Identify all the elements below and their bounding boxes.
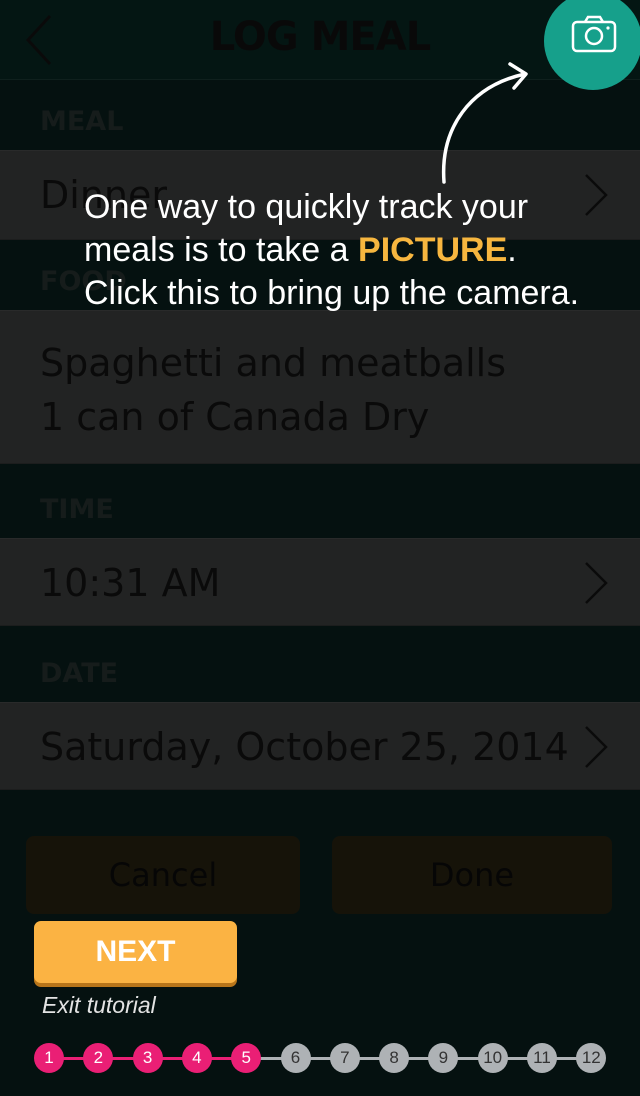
chevron-right-icon <box>585 726 608 768</box>
progress-step: 2 <box>83 1043 114 1073</box>
food-line-1: Spaghetti and meatballs <box>40 341 507 385</box>
exit-tutorial-link[interactable]: Exit tutorial <box>42 992 156 1019</box>
date-label: DATE <box>40 658 119 689</box>
meal-label: MEAL <box>40 106 124 137</box>
cancel-button[interactable]: Cancel <box>26 836 300 914</box>
progress-step: 8 <box>379 1043 410 1073</box>
time-label: TIME <box>40 494 114 525</box>
progress-step: 1 <box>34 1043 64 1073</box>
tutorial-progress: 1 2 3 4 5 6 7 8 9 10 11 12 <box>34 1043 607 1073</box>
progress-step: 5 <box>231 1043 262 1073</box>
date-value: Saturday, October 25, 2014 <box>40 725 569 769</box>
tutorial-tip: One way to quickly track your meals is t… <box>84 186 584 315</box>
progress-step: 3 <box>132 1043 163 1073</box>
date-row[interactable]: Saturday, October 25, 2014 <box>0 702 640 790</box>
time-value: 10:31 AM <box>40 561 221 605</box>
time-row[interactable]: 10:31 AM <box>0 538 640 626</box>
progress-step: 11 <box>527 1043 557 1073</box>
progress-step: 12 <box>576 1043 607 1073</box>
pointer-arrow-icon <box>441 62 528 184</box>
progress-step: 9 <box>428 1043 459 1073</box>
food-line-2: 1 can of Canada Dry <box>40 395 430 439</box>
progress-step: 6 <box>280 1043 311 1073</box>
camera-icon <box>571 15 617 53</box>
done-button[interactable]: Done <box>332 836 612 914</box>
progress-step: 4 <box>181 1043 212 1073</box>
chevron-right-icon <box>585 562 608 604</box>
camera-button[interactable] <box>544 0 640 90</box>
progress-step: 7 <box>329 1043 360 1073</box>
next-button[interactable]: NEXT <box>34 921 237 983</box>
progress-step: 10 <box>477 1043 508 1073</box>
tip-highlight: PICTURE <box>358 231 508 269</box>
chevron-right-icon <box>585 174 608 216</box>
food-row[interactable]: Spaghetti and meatballs 1 can of Canada … <box>0 310 640 464</box>
